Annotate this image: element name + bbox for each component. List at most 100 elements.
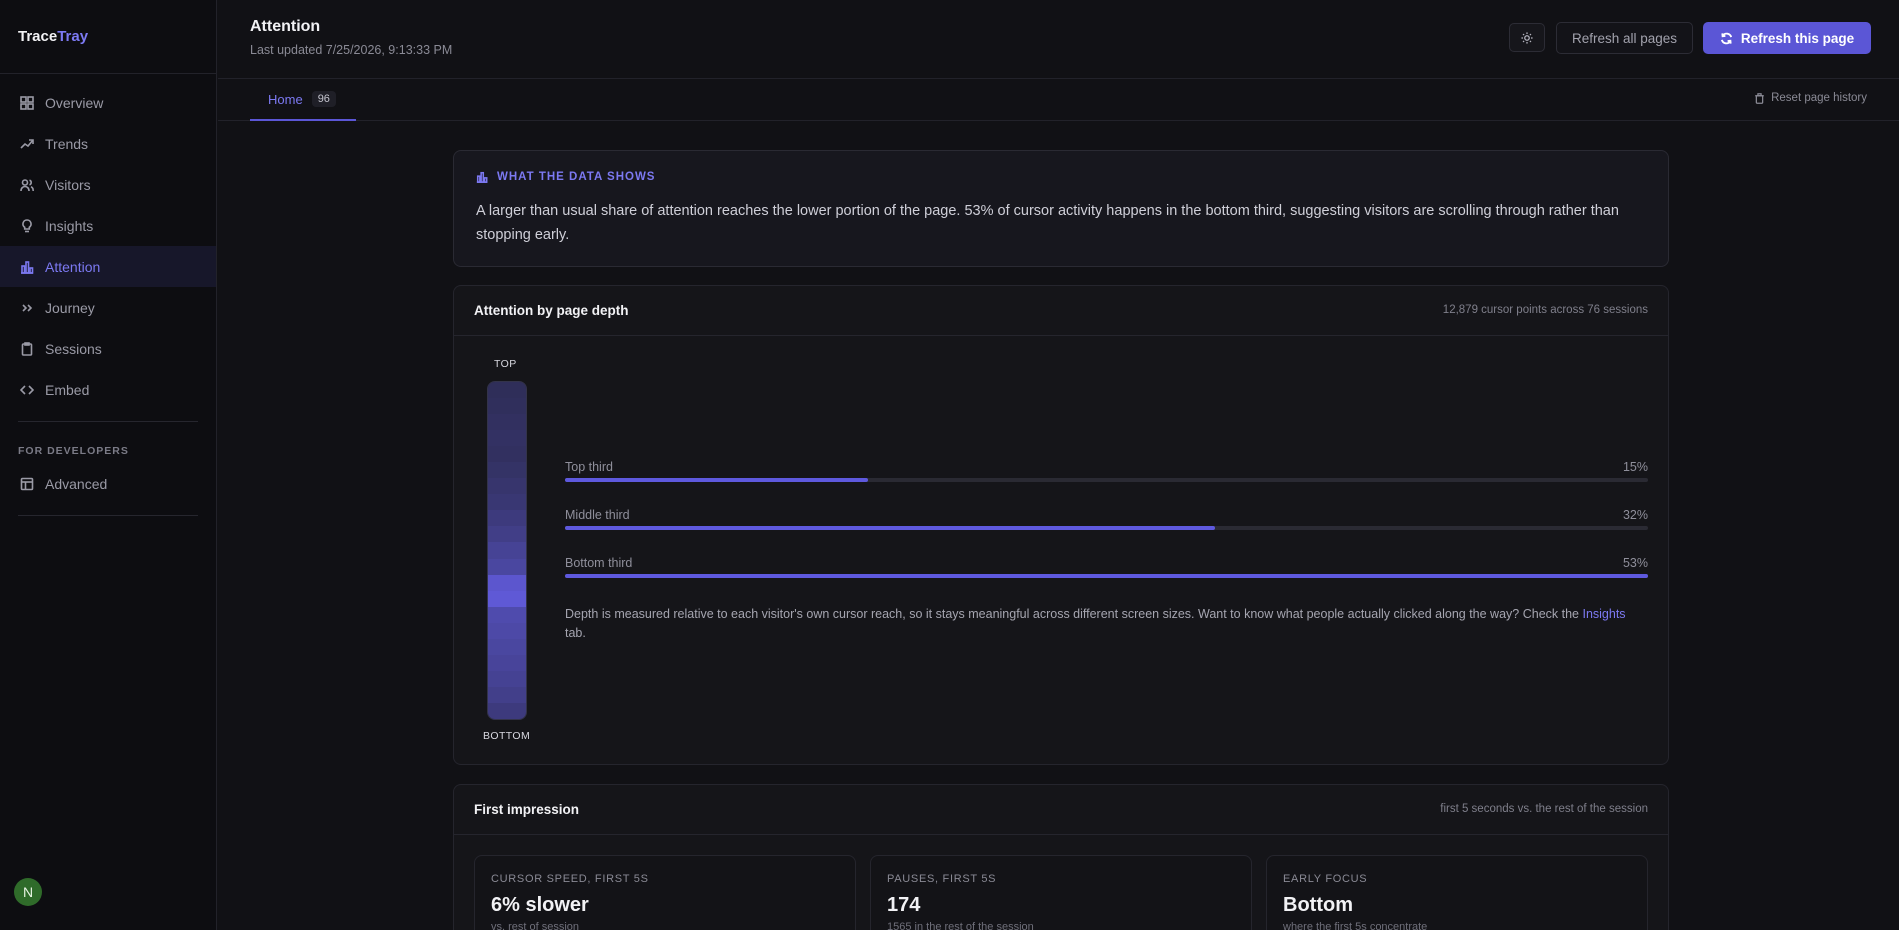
chevrons-right-icon [20,301,34,315]
tab-home[interactable]: Home 96 [250,79,356,121]
sidebar-divider [18,421,198,422]
sidebar-item-overview[interactable]: Overview [0,82,216,123]
heat-strip-segment [488,526,526,543]
last-updated-text: Last updated 7/25/2026, 9:13:33 PM [250,43,453,57]
attention-depth-card: Attention by page depth 12,879 cursor po… [453,285,1669,765]
bar-fill [565,574,1648,578]
bar-chart-icon [20,260,34,274]
page-header: Attention Last updated 7/25/2026, 9:13:3… [218,0,1899,79]
first-impression-card: First impression first 5 seconds vs. the… [453,784,1669,930]
brand-name-part2: Tray [57,28,89,45]
section-label-developers: FOR DEVELOPERS [18,445,129,457]
depth-bars: Top third 15% Middle third 32% Bottom th… [565,460,1648,604]
heat-strip-segment [488,462,526,479]
grid-icon [20,95,34,110]
heat-strip-segment [488,510,526,527]
clipboard-icon [20,341,34,356]
depth-bar-row: Middle third 32% [565,508,1648,556]
heat-strip-segment [488,446,526,463]
sidebar-item-insights[interactable]: Insights [0,205,216,246]
heat-strip-segment [488,670,526,687]
sidebar-item-visitors[interactable]: Visitors [0,164,216,205]
sidebar-item-advanced[interactable]: Advanced [0,463,216,504]
metric-card-pauses: PAUSES, FIRST 5S 174 1565 in the rest of… [870,855,1252,930]
metric-value: Bottom [1283,894,1353,916]
bar-track [565,478,1648,482]
sidebar-item-label: Overview [45,94,104,111]
sidebar-item-trends[interactable]: Trends [0,123,216,164]
heat-strip-segment [488,702,526,719]
bar-fill [565,478,869,482]
heat-strip-segment [488,478,526,495]
sidebar-item-sessions[interactable]: Sessions [0,328,216,369]
tab-home-count-badge: 96 [311,91,336,107]
card-title: Attention by page depth [474,303,629,318]
sidebar-item-label: Embed [45,381,90,398]
sidebar: Trace Tray Overview Trends Visitors Insig… [0,0,217,930]
heat-strip-segment [488,590,526,607]
theme-toggle-button[interactable] [1509,23,1545,52]
bar-track [565,526,1648,530]
metric-label: PAUSES, FIRST 5S [887,873,997,885]
bar-percent: 32% [1622,508,1648,522]
metric-value: 174 [887,894,921,916]
metric-sub: vs. rest of session [491,921,580,930]
users-icon [20,178,34,192]
trash-icon [1755,92,1764,104]
sidebar-item-embed[interactable]: Embed [0,369,216,410]
card-header: Attention by page depth 12,879 cursor po… [454,286,1668,336]
sidebar-item-label: Advanced [45,475,108,492]
heat-strip-segment [488,638,526,655]
sidebar-item-label: Insights [45,217,94,234]
refresh-icon [1720,32,1732,44]
sidebar-item-label: Journey [45,299,95,316]
heat-strip-segment [488,430,526,447]
metric-label: EARLY FOCUS [1283,873,1368,885]
reset-page-history-label: Reset page history [1771,92,1867,104]
sun-icon [1521,31,1533,44]
refresh-all-pages-button[interactable]: Refresh all pages [1556,22,1693,54]
bar-label: Top third [565,460,613,474]
tab-home-label: Home [268,91,303,107]
heat-strip-segment [488,654,526,671]
lightbulb-icon [20,218,34,233]
reset-page-history-button[interactable]: Reset page history [1754,92,1867,104]
insight-label: WHAT THE DATA SHOWS [476,171,655,183]
strip-top-label: TOP [494,358,517,370]
avatar[interactable]: N [14,878,42,906]
metric-card-cursor-speed: CURSOR SPEED, FIRST 5S 6% slower vs. res… [474,855,856,930]
brand-name-part1: Trace [18,28,58,45]
insight-text: A larger than usual share of attention r… [476,203,1619,243]
brand-logo[interactable]: Trace Tray [0,0,216,74]
code-icon [20,383,34,397]
sidebar-divider [18,515,198,516]
metric-sub: 1565 in the rest of the session [887,921,1034,930]
bar-chart-icon [476,171,488,183]
heat-strip-segment [488,622,526,639]
bar-fill [565,526,1215,530]
sidebar-item-label: Sessions [45,340,102,357]
trending-up-icon [20,137,34,151]
strip-bottom-label: BOTTOM [483,730,531,742]
attention-heat-strip [487,381,527,720]
page-tabs-bar: Home 96 Reset page history [218,79,1899,121]
bar-label: Bottom third [565,556,633,570]
sidebar-item-journey[interactable]: Journey [0,287,216,328]
refresh-this-page-button[interactable]: Refresh this page [1703,22,1871,54]
heat-strip-segment [488,606,526,623]
refresh-this-page-label: Refresh this page [1740,30,1855,46]
heat-strip-segment [488,398,526,415]
card-meta: 12,879 cursor points across 76 sessions [1442,304,1648,316]
heat-strip-segment [488,494,526,511]
table-icon [20,477,34,491]
insights-link[interactable]: Insights [1582,607,1625,621]
depth-note-tail: tab. [565,626,586,640]
sidebar-item-label: Visitors [45,176,91,193]
depth-note: Depth is measured relative to each visit… [565,605,1648,643]
depth-bar-row: Bottom third 53% [565,556,1648,604]
metric-value: 6% slower [491,894,589,916]
metric-sub: where the first 5s concentrate [1283,921,1428,930]
card-title: First impression [474,802,580,817]
sidebar-nav: Overview Trends Visitors Insights Attent… [0,74,216,516]
sidebar-item-attention[interactable]: Attention [0,246,216,287]
